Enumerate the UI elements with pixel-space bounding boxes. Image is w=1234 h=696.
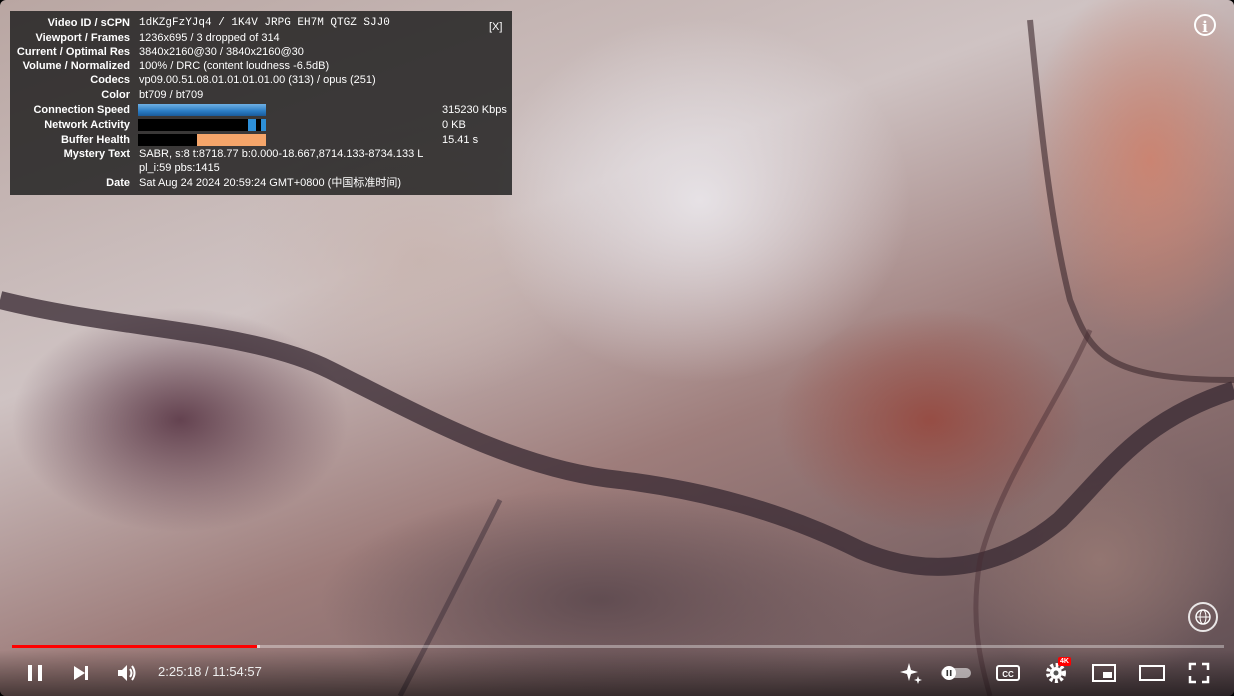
stats-row-network-activity: Network Activity 0 KB	[10, 118, 512, 132]
stats-row-buffer-health: Buffer Health 15.41 s	[10, 133, 512, 147]
stats-row-viewport: Viewport / Frames 1236x695 / 3 dropped o…	[10, 31, 512, 45]
canyon-ridge	[0, 291, 1234, 576]
miniplayer-button[interactable]	[1089, 658, 1119, 688]
theater-icon	[1139, 665, 1165, 681]
pause-button[interactable]	[20, 658, 50, 688]
next-button[interactable]	[66, 658, 96, 688]
stats-for-nerds-panel: [X] Video ID / sCPN 1dKZgFzYJq4 / 1K4V J…	[10, 11, 512, 195]
globe-icon	[1195, 609, 1211, 625]
stats-value: Sat Aug 24 2024 20:59:24 GMT+0800 (中国标准时…	[139, 177, 401, 189]
time-separator: /	[201, 664, 213, 679]
stats-label: Current / Optimal Res	[16, 46, 130, 58]
stats-row-mystery-text-cont: pl_i:59 pbs:1415	[10, 161, 512, 175]
quality-badge: 4K	[1058, 657, 1071, 666]
miniplayer-icon	[1092, 664, 1116, 682]
stats-value: 0 KB	[442, 119, 466, 131]
settings-button[interactable]: 4K	[1041, 657, 1071, 688]
stats-value: pl_i:59 pbs:1415	[139, 162, 220, 174]
progress-buffered	[257, 645, 261, 648]
captions-button[interactable]: CC	[993, 658, 1023, 688]
stats-row-volume: Volume / Normalized 100% / DRC (content …	[10, 59, 512, 73]
stats-label: Network Activity	[44, 119, 130, 131]
progress-bar[interactable]	[12, 645, 1224, 648]
time-display: 2:25:18 / 11:54:57	[158, 664, 262, 679]
stats-label: Video ID / sCPN	[47, 17, 130, 29]
stats-value: 100% / DRC (content loudness -6.5dB)	[139, 60, 330, 72]
stats-value: 315230 Kbps	[442, 104, 507, 116]
fullscreen-icon	[1188, 662, 1210, 684]
canyon-crack	[1027, 19, 1234, 383]
sparkle-icon	[900, 663, 922, 684]
fullscreen-button[interactable]	[1184, 658, 1214, 688]
stats-value: bt709 / bt709	[139, 89, 204, 101]
progress-played	[12, 645, 258, 648]
stats-value: 1dKZgFzYJq4 / 1K4V JRPG EH7M QTGZ SJJ0	[139, 17, 390, 29]
buffer-health-graph	[138, 134, 266, 146]
pause-icon	[28, 665, 42, 681]
stats-value: 1236x695 / 3 dropped of 314	[139, 32, 280, 44]
autoplay-toggle-icon	[941, 666, 971, 680]
network-activity-graph	[138, 119, 266, 131]
skip-next-icon	[74, 666, 88, 680]
autoplay-toggle[interactable]	[938, 658, 974, 688]
stats-row-color: Color bt709 / bt709	[10, 88, 512, 102]
stats-label: Volume / Normalized	[22, 60, 130, 72]
stats-value: vp09.00.51.08.01.01.01.01.00 (313) / opu…	[139, 74, 376, 86]
stats-row-connection-speed: Connection Speed 315230 Kbps	[10, 103, 512, 117]
stats-label: Codecs	[90, 74, 130, 86]
ai-features-button[interactable]	[896, 658, 926, 688]
duration: 11:54:57	[212, 664, 262, 679]
stats-label: Mystery Text	[63, 148, 130, 160]
stats-label: Date	[106, 177, 130, 189]
stats-row-resolution: Current / Optimal Res 3840x2160@30 / 384…	[10, 45, 512, 59]
current-time: 2:25:18	[158, 664, 202, 679]
stats-label: Connection Speed	[33, 104, 130, 116]
mute-button[interactable]	[113, 658, 143, 688]
theater-mode-button[interactable]	[1137, 658, 1167, 688]
stats-value: 3840x2160@30 / 3840x2160@30	[139, 46, 304, 58]
stats-label: Viewport / Frames	[35, 32, 130, 44]
stats-value: 15.41 s	[442, 134, 479, 146]
connection-speed-graph	[138, 104, 266, 116]
channel-watermark-icon[interactable]	[1188, 602, 1218, 632]
stats-label: Buffer Health	[60, 134, 130, 146]
stats-row-mystery-text: Mystery Text SABR, s:8 t:8718.77 b:0.000…	[10, 147, 512, 161]
volume-icon	[118, 665, 136, 681]
stats-row-video-id: Video ID / sCPN 1dKZgFzYJq4 / 1K4V JRPG …	[10, 16, 512, 30]
video-player[interactable]: [X] Video ID / sCPN 1dKZgFzYJq4 / 1K4V J…	[0, 0, 1234, 696]
stats-value: SABR, s:8 t:8718.77 b:0.000-18.667,8714.…	[139, 148, 424, 160]
stats-label: Color	[101, 89, 130, 101]
stats-row-date: Date Sat Aug 24 2024 20:59:24 GMT+0800 (…	[10, 176, 512, 190]
player-controls: 2:25:18 / 11:54:57 CC 4K	[0, 650, 1234, 696]
info-icon[interactable]: i	[1194, 14, 1216, 36]
svg-text:CC: CC	[1002, 670, 1014, 679]
stats-row-codecs: Codecs vp09.00.51.08.01.01.01.01.00 (313…	[10, 73, 512, 87]
cc-icon: CC	[996, 665, 1020, 681]
